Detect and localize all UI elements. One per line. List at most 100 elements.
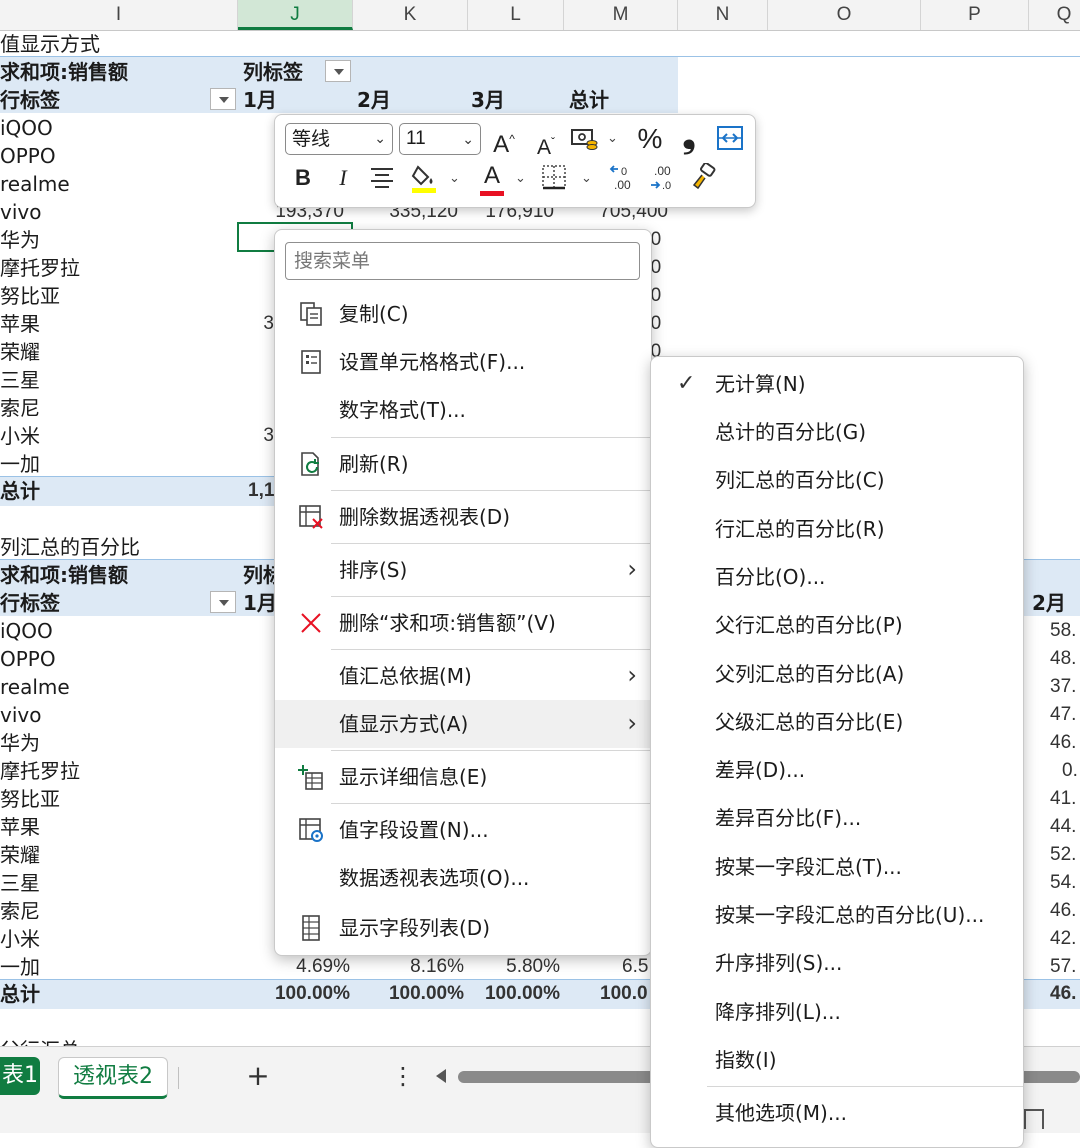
column-header-k[interactable]: K [353,0,468,30]
table2-row-filter-button[interactable] [210,591,236,613]
wrap-text-icon[interactable] [715,124,745,159]
submenu-item-percent-running-total[interactable]: 按某一字段汇总的百分比(U)... [651,891,1023,939]
submenu-item-percent-of-parent[interactable]: 父级汇总的百分比(E) [651,698,1023,746]
submenu-item-percent-of-column-total[interactable]: 列汇总的百分比(C) [651,456,1023,504]
table1-row: 华为 [0,228,40,252]
menu-item-pivot-options[interactable]: 数据透视表选项(O)... [275,854,651,902]
column-header-n[interactable]: N [678,0,768,30]
table2-right-value: 47. [1050,704,1077,725]
menu-item-summarize-by[interactable]: 值汇总依据(M) › [275,652,651,700]
decrease-font-size-icon[interactable]: Aˇ [531,127,561,163]
submenu-item-percent-difference[interactable]: 差异百分比(F)... [651,794,1023,842]
menu-item-sort[interactable]: 排序(S) › [275,546,651,594]
sheet-tab-2[interactable]: 透视表2 [58,1057,168,1099]
submenu-item-percent-of-grand-total[interactable]: 总计的百分比(G) [651,408,1023,456]
menu-item-refresh[interactable]: 刷新(R) [275,440,651,488]
show-values-as-submenu: ✓ 无计算(N) 总计的百分比(G) 列汇总的百分比(C) 行汇总的百分比(R)… [650,356,1024,1148]
table2-row: 索尼 [0,899,40,923]
fill-color-icon[interactable] [409,163,441,202]
chevron-down-icon[interactable]: ⌄ [449,171,460,186]
more-tabs-icon[interactable]: ⋮ [388,1057,418,1095]
font-color-swatch [480,191,504,196]
table2-row: 苹果 [0,815,40,839]
submenu-item-no-calculation[interactable]: ✓ 无计算(N) [651,360,1023,408]
submenu-item-label: 父级汇总的百分比(E) [715,710,904,734]
grow-font-letter: A [493,131,510,158]
menu-separator [331,750,651,751]
format-painter-icon[interactable] [689,162,719,198]
table2-last-feb: 8.16% [410,956,464,977]
font-size-dropdown[interactable]: 11 ⌄ [399,123,481,155]
menu-item-delete-pivot[interactable]: 删除数据透视表(D) [275,493,651,541]
menu-item-remove-sum-field[interactable]: 删除“求和项:销售额”(V) [275,599,651,647]
submenu-item-label: 降序排列(L)... [715,1000,841,1024]
chevron-down-icon[interactable]: ⌄ [607,131,618,146]
increase-font-size-icon[interactable]: A^ [489,124,519,160]
page-layout-icon[interactable] [1024,1109,1044,1129]
menu-item-show-field-list[interactable]: 显示字段列表(D) [275,904,651,952]
menu-item-format-cells[interactable]: 设置单元格格式(F)... [275,338,651,386]
table1-total-fragment: 1,1 [248,480,275,501]
submenu-item-percent-of-row-total[interactable]: 行汇总的百分比(R) [651,505,1023,553]
submenu-item-percent-of-parent-row[interactable]: 父行汇总的百分比(P) [651,601,1023,649]
menu-item-show-details[interactable]: 显示详细信息(E) [275,753,651,801]
submenu-item-rank-descending[interactable]: 降序排列(L)... [651,988,1023,1036]
table2-row: 三星 [0,871,40,895]
menu-item-label: 刷新(R) [339,452,409,476]
comma-style-icon[interactable]: ❟ [675,119,703,153]
column-header-p[interactable]: P [921,0,1029,30]
table1-total-label: 总计 [0,479,40,503]
table1-row: iQOO [0,116,53,140]
font-name-dropdown[interactable]: 等线 ⌄ [285,123,393,155]
submenu-item-index[interactable]: 指数(I) [651,1036,1023,1084]
decrease-decimal-icon[interactable]: .00.0 [647,163,681,200]
table2-total-right: 46. [1050,983,1077,1004]
column-header-j[interactable]: J [238,0,353,30]
font-color-icon[interactable]: A [477,161,507,196]
table2-row: 小米 [0,927,40,951]
bold-button[interactable]: B [291,163,315,193]
accounting-format-icon[interactable] [567,124,601,159]
menu-item-number-format[interactable]: 数字格式(T)... [275,386,651,434]
column-header-m[interactable]: M [564,0,678,30]
table2-total-all: 100.0 [600,983,648,1004]
shrink-font-letter: A [536,136,551,159]
table1-fragment: 3 [263,425,274,446]
submenu-item-percent-of[interactable]: 百分比(O)... [651,553,1023,601]
table1-row-filter-button[interactable] [210,88,236,110]
copy-icon [300,302,322,326]
menu-item-label: 删除“求和项:销售额”(V) [339,611,556,635]
table1-col-filter-button[interactable] [325,60,351,82]
search-menu-input[interactable]: 搜索菜单 [285,242,640,280]
add-sheet-button[interactable]: + [240,1057,276,1095]
italic-button[interactable]: I [331,163,355,193]
menu-item-label: 值显示方式(A) [339,712,469,736]
column-header-l[interactable]: L [468,0,564,30]
sheet-tab-1[interactable]: 表1 [0,1057,40,1095]
chevron-down-icon[interactable]: ⌄ [515,171,526,186]
submenu-item-percent-of-parent-column[interactable]: 父列汇总的百分比(A) [651,650,1023,698]
table1-title: 值显示方式 [0,32,100,56]
submenu-item-rank-ascending[interactable]: 升序排列(S)... [651,939,1023,987]
menu-item-value-field-settings[interactable]: 值字段设置(N)... [275,806,651,854]
chevron-down-icon[interactable]: ⌄ [581,171,592,186]
table2-month-1: 1月 [243,591,277,615]
field-settings-icon [299,818,323,842]
increase-decimal-icon[interactable]: 0.00 [607,163,641,200]
column-header-o[interactable]: O [768,0,921,30]
percent-style-icon[interactable]: % [633,124,667,154]
submenu-item-difference-from[interactable]: 差异(D)... [651,746,1023,794]
align-center-icon[interactable] [369,165,395,198]
menu-item-show-values-as[interactable]: 值显示方式(A) › [275,700,651,748]
svg-text:.00: .00 [614,178,631,192]
column-header-q[interactable]: Q [1029,0,1080,30]
table2-title: 列汇总的百分比 [0,535,140,559]
table2-row: vivo [0,703,42,727]
submenu-item-running-total[interactable]: 按某一字段汇总(T)... [651,843,1023,891]
scroll-left-icon[interactable] [436,1069,446,1083]
column-header-i[interactable]: I [0,0,238,30]
borders-icon[interactable] [539,163,569,198]
format-cells-icon [301,350,321,374]
menu-item-copy[interactable]: 复制(C) [275,290,651,338]
submenu-item-more-options[interactable]: 其他选项(M)... [651,1089,1023,1137]
